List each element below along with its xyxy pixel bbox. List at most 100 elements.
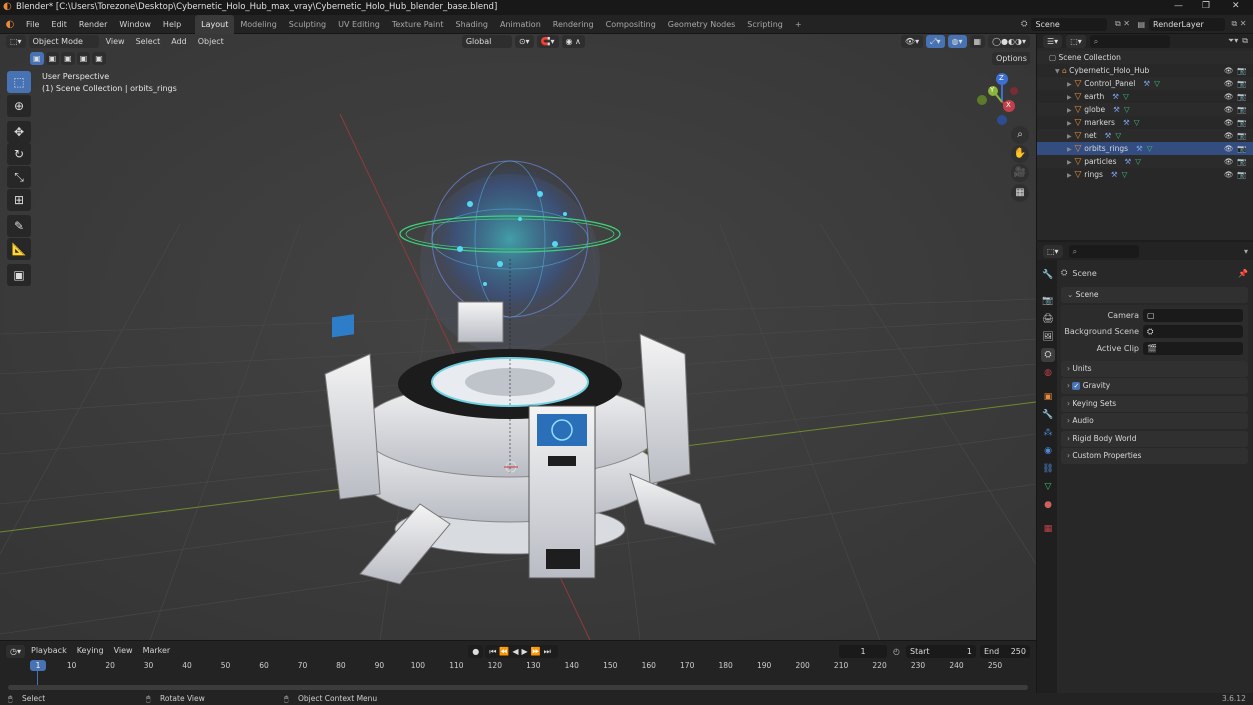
- material-tab-icon[interactable]: ●: [1041, 498, 1055, 512]
- background-scene-field[interactable]: ⛭: [1143, 324, 1243, 338]
- modifier-wrench-icon[interactable]: ⚒: [1105, 131, 1112, 140]
- overlay-toggle-icon[interactable]: ◍▾: [947, 35, 967, 48]
- xray-icon[interactable]: ▦: [969, 35, 986, 48]
- transform-orientation-dropdown[interactable]: Global: [461, 35, 512, 48]
- minimize-button[interactable]: —: [1174, 1, 1183, 11]
- tool-tab-icon[interactable]: 🔧: [1041, 268, 1055, 282]
- mesh-data-icon[interactable]: ▽: [1147, 144, 1153, 153]
- options-dropdown[interactable]: Options: [992, 52, 1030, 65]
- pin-icon[interactable]: 📌: [1238, 269, 1248, 278]
- outliner-object-row[interactable]: ▶ ▽ orbits_rings ⚒ ▽ 👁 📷: [1037, 142, 1253, 155]
- move-tool[interactable]: ✥: [7, 121, 31, 143]
- select-new-icon[interactable]: ▣: [30, 52, 44, 65]
- mesh-data-icon[interactable]: ▽: [1122, 170, 1128, 179]
- keying-sets-panel[interactable]: › Keying Sets: [1061, 396, 1248, 412]
- annotate-tool[interactable]: ✎: [7, 215, 31, 237]
- outliner-object-row[interactable]: ▶ ▽ net ⚒ ▽ 👁 📷: [1037, 129, 1253, 142]
- render-camera-icon[interactable]: 📷: [1237, 90, 1246, 103]
- visibility-eye-icon[interactable]: 👁: [1224, 64, 1234, 77]
- mesh-data-icon[interactable]: ▽: [1124, 105, 1130, 114]
- custom-properties-panel[interactable]: › Custom Properties: [1061, 448, 1248, 464]
- select-box-tool[interactable]: ⬚: [7, 71, 31, 93]
- modifier-wrench-icon[interactable]: ⚒: [1124, 157, 1131, 166]
- mode-dropdown[interactable]: Object Mode: [28, 35, 99, 48]
- gravity-checkbox[interactable]: ✓: [1072, 382, 1081, 390]
- 3d-viewport[interactable]: ⬚▾ Object Mode View Select Add Object Gl…: [0, 34, 1036, 640]
- viewport-menu-select[interactable]: Select: [132, 35, 165, 48]
- visibility-icon[interactable]: 👁▾: [900, 35, 924, 48]
- render-camera-icon[interactable]: 📷: [1237, 64, 1246, 77]
- tab-shading[interactable]: Shading: [449, 15, 494, 34]
- navigation-gizmo[interactable]: Z X Y: [972, 72, 1028, 126]
- render-camera-icon[interactable]: 📷: [1237, 77, 1246, 90]
- menu-file[interactable]: File: [20, 15, 45, 34]
- mesh-data-icon[interactable]: ▽: [1134, 118, 1140, 127]
- cursor-tool[interactable]: ⊕: [7, 95, 31, 117]
- object-tab-icon[interactable]: ▣: [1041, 390, 1055, 404]
- scene-collection-row[interactable]: ▢ Scene Collection: [1037, 51, 1253, 64]
- scale-tool[interactable]: ⤡: [7, 166, 31, 188]
- collection-row[interactable]: ▼ ⌂ Cybernetic_Holo_Hub 👁 📷: [1037, 64, 1253, 77]
- tab-geometry-nodes[interactable]: Geometry Nodes: [662, 15, 741, 34]
- scene-tab-icon[interactable]: ⛭: [1041, 348, 1055, 362]
- measure-tool[interactable]: 📐: [7, 238, 31, 260]
- expand-arrow-icon[interactable]: ▼: [1055, 68, 1060, 75]
- visibility-eye-icon[interactable]: 👁: [1224, 90, 1234, 103]
- select-subtract-icon[interactable]: ▣: [61, 52, 75, 65]
- tab-modeling[interactable]: Modeling: [234, 15, 282, 34]
- mesh-data-icon[interactable]: ▽: [1123, 92, 1129, 101]
- modifier-wrench-icon[interactable]: ⚒: [1113, 105, 1120, 114]
- select-extend-icon[interactable]: ▣: [45, 52, 60, 65]
- shading-modes-icon[interactable]: ◯●◐◑▾: [988, 35, 1030, 48]
- modifier-wrench-icon[interactable]: ⚒: [1111, 170, 1118, 179]
- rotate-tool[interactable]: ↻: [7, 143, 31, 165]
- camera-field[interactable]: ▢: [1143, 308, 1243, 322]
- view-layer-tab-icon[interactable]: 🖼: [1041, 330, 1055, 344]
- texture-tab-icon[interactable]: ▦: [1041, 522, 1055, 536]
- render-camera-icon[interactable]: 📷: [1237, 168, 1246, 181]
- filter-icon[interactable]: ⏷▾: [1228, 36, 1238, 46]
- modifier-wrench-icon[interactable]: ⚒: [1112, 92, 1119, 101]
- modifier-wrench-icon[interactable]: ⚒: [1136, 144, 1143, 153]
- playhead[interactable]: 1: [30, 660, 46, 671]
- physics-tab-icon[interactable]: ◉: [1041, 444, 1055, 458]
- audio-panel[interactable]: › Audio: [1061, 413, 1248, 429]
- mesh-data-icon[interactable]: ▽: [1154, 79, 1160, 88]
- timeline-scrollbar[interactable]: [8, 685, 1028, 690]
- mesh-data-icon[interactable]: ▽: [1135, 157, 1141, 166]
- render-camera-icon[interactable]: 📷: [1237, 142, 1246, 155]
- particles-tab-icon[interactable]: ⁂: [1041, 426, 1055, 440]
- rigid-body-world-panel[interactable]: › Rigid Body World: [1061, 431, 1248, 447]
- editor-type-icon[interactable]: ⬚▾: [6, 35, 26, 48]
- tab-rendering[interactable]: Rendering: [547, 15, 600, 34]
- scene-panel-header[interactable]: ⌄ Scene: [1061, 287, 1248, 303]
- tab-compositing[interactable]: Compositing: [600, 15, 662, 34]
- outliner-search-icon[interactable]: ⌕: [1089, 34, 1170, 48]
- tab-uv-editing[interactable]: UV Editing: [332, 15, 386, 34]
- render-camera-icon[interactable]: 📷: [1237, 129, 1246, 142]
- tab-sculpting[interactable]: Sculpting: [283, 15, 332, 34]
- restore-button[interactable]: ❐: [1202, 1, 1210, 11]
- outliner-object-row[interactable]: ▶ ▽ markers ⚒ ▽ 👁 📷: [1037, 116, 1253, 129]
- outliner-object-row[interactable]: ▶ ▽ particles ⚒ ▽ 👁 📷: [1037, 155, 1253, 168]
- zoom-icon[interactable]: ⌕: [1011, 126, 1029, 144]
- select-invert-icon[interactable]: ▣: [76, 52, 91, 65]
- camera-view-icon[interactable]: 🎥: [1011, 164, 1029, 182]
- modifier-tab-icon[interactable]: 🔧: [1041, 408, 1055, 422]
- render-camera-icon[interactable]: 📷: [1237, 155, 1246, 168]
- snap-icon[interactable]: 🧲▾: [536, 35, 559, 48]
- render-layer-new-icon[interactable]: ⧉ ✕: [1225, 19, 1253, 29]
- new-collection-icon[interactable]: ⧉: [1242, 36, 1248, 46]
- visibility-eye-icon[interactable]: 👁: [1224, 103, 1234, 116]
- properties-search-icon[interactable]: ⌕: [1068, 244, 1139, 258]
- add-cube-tool[interactable]: ▣: [7, 264, 31, 286]
- outliner-object-row[interactable]: ▶ ▽ rings ⚒ ▽ 👁 📷: [1037, 168, 1253, 181]
- outliner-object-row[interactable]: ▶ ▽ Control_Panel ⚒ ▽ 👁 📷: [1037, 77, 1253, 90]
- scene-new-icon[interactable]: ⧉ ✕: [1107, 19, 1137, 29]
- outliner-editor-icon[interactable]: ☰▾: [1043, 34, 1063, 48]
- scene-selector[interactable]: Scene: [1031, 17, 1108, 31]
- render-layer-selector[interactable]: RenderLayer: [1149, 17, 1225, 31]
- mesh-data-icon[interactable]: ▽: [1115, 131, 1121, 140]
- pan-hand-icon[interactable]: ✋: [1011, 145, 1029, 163]
- gizmo-toggle-icon[interactable]: ⤢▾: [926, 35, 945, 48]
